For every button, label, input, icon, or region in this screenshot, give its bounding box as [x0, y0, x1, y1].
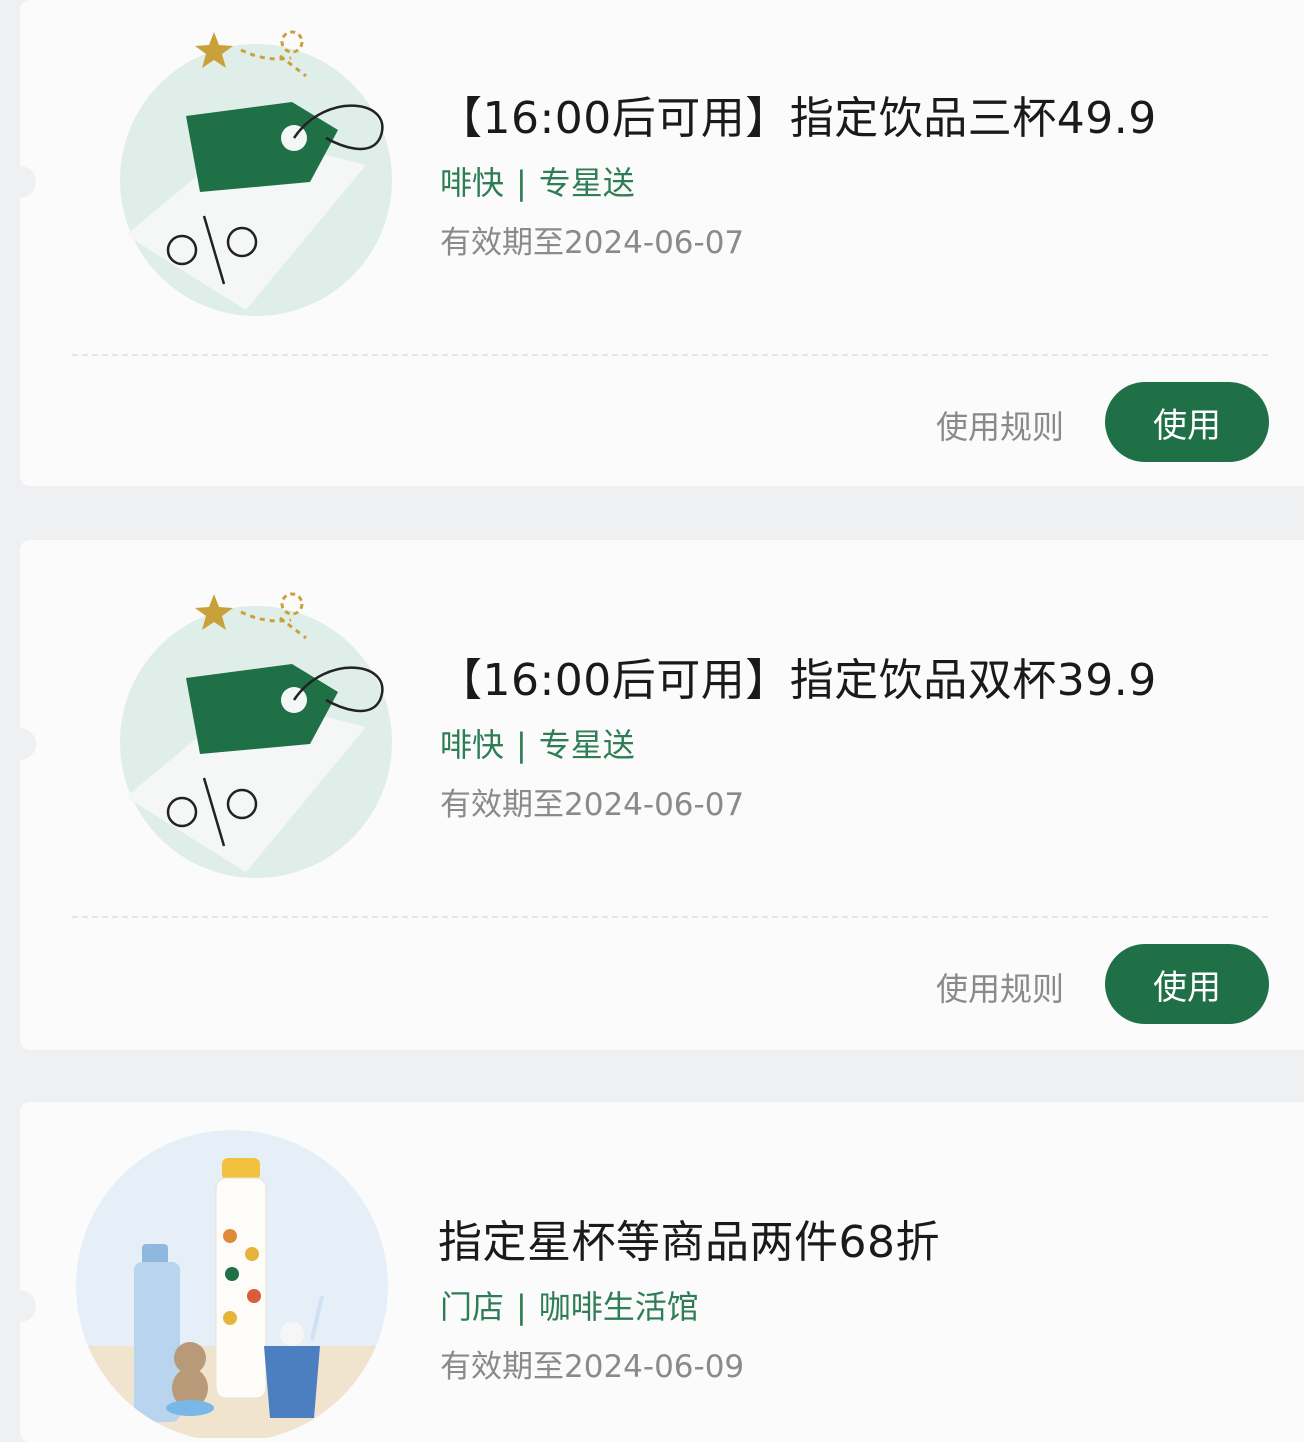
coupon-art: [96, 20, 408, 332]
coupon-expiry: 有效期至2024-06-09: [440, 1349, 745, 1385]
channel-label: 门店: [440, 1288, 505, 1326]
coupon-divider: [72, 354, 1268, 356]
usage-rules-link[interactable]: 使用规则: [936, 964, 1064, 1010]
coupon-card[interactable]: 【16:00后可用】指定饮品双杯39.9 啡快 | 专星送 有效期至2024-06-…: [20, 540, 1304, 1050]
merchandise-tumblers-image: [76, 1130, 388, 1442]
channel-label: 专星送: [538, 726, 635, 764]
discount-tag-icon: [120, 30, 392, 316]
coupon-channels: 门店 | 咖啡生活馆: [440, 1282, 699, 1328]
card-notch: [20, 1290, 36, 1322]
coupon-divider: [72, 916, 1268, 918]
coupon-art: [96, 582, 408, 894]
coupon-channels: 啡快 | 专星送: [440, 158, 635, 204]
channel-label: 啡快: [440, 164, 505, 202]
usage-rules-link[interactable]: 使用规则: [936, 402, 1064, 448]
card-notch: [20, 728, 36, 760]
coupon-title: 【16:00后可用】指定饮品双杯39.9: [438, 655, 1157, 706]
channel-label: 专星送: [538, 164, 635, 202]
channel-label: 啡快: [440, 726, 505, 764]
coupon-title: 【16:00后可用】指定饮品三杯49.9: [438, 93, 1157, 144]
coupon-expiry: 有效期至2024-06-07: [440, 787, 745, 823]
coupon-card[interactable]: 【16:00后可用】指定饮品三杯49.9 啡快 | 专星送 有效期至2024-06-…: [20, 0, 1304, 486]
channel-separator: |: [516, 1288, 527, 1326]
discount-tag-icon: [120, 592, 392, 878]
use-button[interactable]: 使用: [1105, 944, 1269, 1024]
use-button[interactable]: 使用: [1105, 382, 1269, 462]
coupon-art: [76, 1126, 388, 1442]
coupon-title: 指定星杯等商品两件68折: [438, 1217, 940, 1268]
coupon-channels: 啡快 | 专星送: [440, 720, 635, 766]
coupon-expiry: 有效期至2024-06-07: [440, 225, 745, 261]
channel-separator: |: [516, 726, 527, 764]
channel-label: 咖啡生活馆: [538, 1288, 699, 1326]
card-notch: [20, 166, 36, 198]
channel-separator: |: [516, 164, 527, 202]
coupon-card[interactable]: 指定星杯等商品两件68折 门店 | 咖啡生活馆 有效期至2024-06-09: [20, 1102, 1304, 1442]
